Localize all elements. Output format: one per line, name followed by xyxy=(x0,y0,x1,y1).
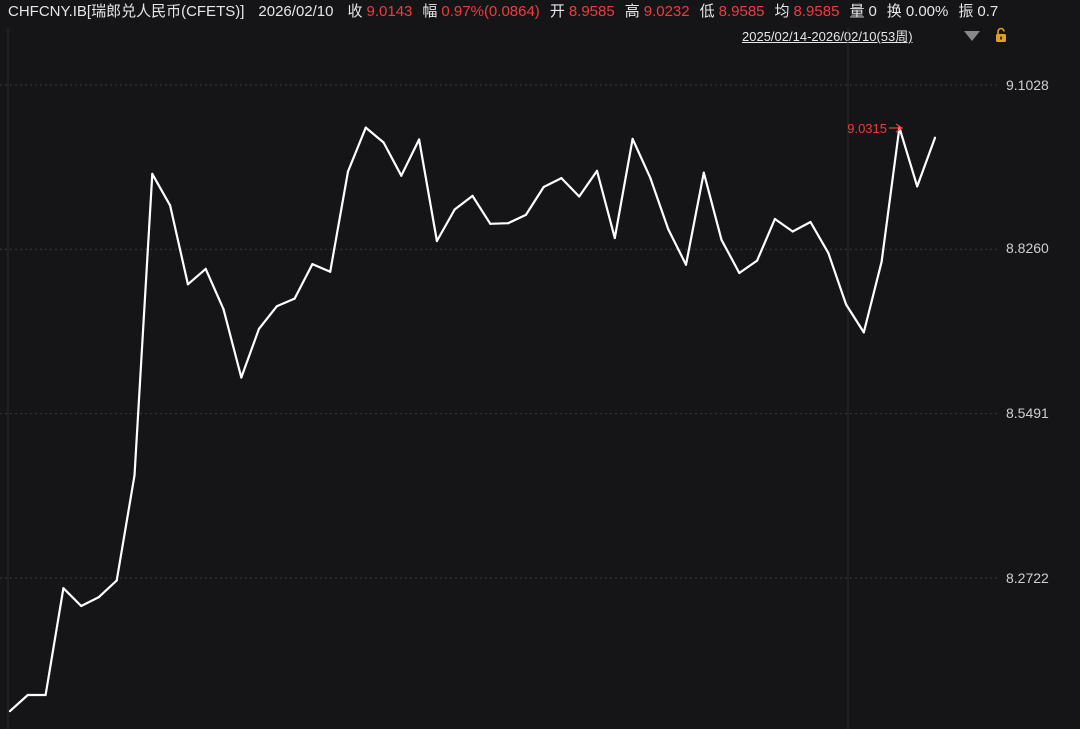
y-tick-label: 8.8260 xyxy=(1006,240,1049,256)
y-tick-label: 9.1028 xyxy=(1006,77,1049,93)
data-point xyxy=(631,137,634,140)
data-point xyxy=(595,169,599,172)
data-point xyxy=(524,213,528,216)
data-point xyxy=(26,693,29,697)
data-point xyxy=(827,251,830,254)
data-point xyxy=(382,141,385,144)
y-tick-label: 8.2722 xyxy=(1006,570,1049,586)
data-point xyxy=(773,217,777,221)
data-point xyxy=(151,172,154,175)
data-point xyxy=(435,239,438,243)
data-point xyxy=(329,270,332,273)
data-point xyxy=(240,376,243,379)
data-point xyxy=(186,283,189,286)
data-point xyxy=(489,222,492,225)
data-point xyxy=(667,228,670,231)
data-point xyxy=(400,174,403,177)
data-point xyxy=(97,596,100,599)
data-point xyxy=(115,579,118,582)
data-point xyxy=(471,194,474,197)
data-point xyxy=(507,222,510,225)
data-point xyxy=(649,177,652,180)
data-point xyxy=(257,327,261,330)
data-point xyxy=(169,204,172,207)
data-point xyxy=(756,259,759,262)
data-point xyxy=(702,171,705,174)
data-point xyxy=(275,305,278,308)
data-point xyxy=(862,331,865,334)
data-point xyxy=(809,220,812,224)
data-point xyxy=(916,185,919,188)
data-point xyxy=(293,297,296,300)
data-point xyxy=(791,230,794,233)
data-point xyxy=(613,236,616,240)
data-point xyxy=(62,587,65,590)
data-point xyxy=(880,260,883,263)
data-point xyxy=(560,177,563,180)
data-point xyxy=(933,136,937,139)
data-point xyxy=(738,271,741,275)
price-series-line xyxy=(9,126,937,712)
y-tick-label: 8.5491 xyxy=(1006,405,1049,421)
data-point xyxy=(845,303,848,306)
data-point xyxy=(453,208,456,211)
max-annotation: 9.0315 xyxy=(847,121,904,136)
data-point xyxy=(133,474,136,477)
data-point xyxy=(418,138,421,141)
max-value-label: 9.0315 xyxy=(847,121,887,136)
data-point xyxy=(8,710,12,713)
grid-lines xyxy=(0,84,1000,579)
data-point xyxy=(542,185,545,189)
price-points xyxy=(8,126,937,713)
data-point xyxy=(684,263,688,266)
data-point xyxy=(311,263,314,266)
data-point xyxy=(80,604,83,608)
data-point xyxy=(364,126,367,129)
y-axis-ticks: 9.1028 8.8260 8.5491 8.2722 xyxy=(1006,77,1049,586)
data-point xyxy=(204,267,207,270)
data-point xyxy=(44,693,47,697)
price-line-chart: 9.1028 8.8260 8.5491 8.2722 9.0315 xyxy=(0,28,1049,729)
data-point xyxy=(346,170,350,173)
data-point xyxy=(720,238,723,241)
data-point xyxy=(222,308,225,311)
data-point xyxy=(578,195,581,198)
